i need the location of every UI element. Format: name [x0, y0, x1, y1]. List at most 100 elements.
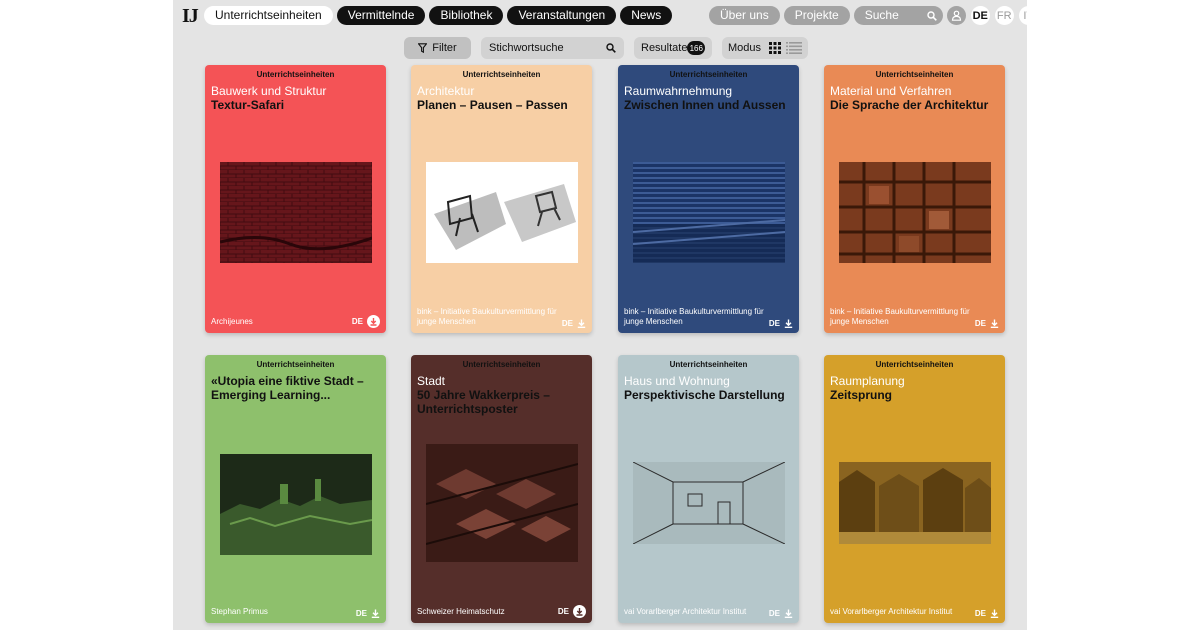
- card-language: DE: [769, 609, 793, 618]
- card-publisher: Stephan Primus: [211, 607, 268, 616]
- card-title: Zeitsprung: [830, 388, 892, 402]
- card-language-label: DE: [974, 609, 986, 618]
- card-image-chair-render: [426, 162, 578, 263]
- nav-item-veranstaltungen[interactable]: Veranstaltungen: [507, 6, 617, 25]
- card-image-town-square: [839, 462, 991, 544]
- card-sprache-der-architektur[interactable]: Unterrichtseinheiten Material und Verfah…: [824, 65, 1005, 333]
- card-category: Material und Verfahren: [830, 84, 952, 98]
- card-language-label: DE: [561, 319, 573, 328]
- card-image-blinds: [633, 162, 785, 263]
- card-category: Raumplanung: [830, 374, 905, 388]
- download-icon[interactable]: [371, 609, 380, 618]
- primary-nav: Unterrichtseinheiten Vermittelnde Biblio…: [204, 6, 673, 25]
- lang-it[interactable]: IT: [1018, 6, 1027, 25]
- lang-de[interactable]: DE: [970, 6, 990, 25]
- site-logo[interactable]: IJ: [182, 5, 199, 27]
- keyword-search-placeholder: Stichwortsuche: [489, 42, 564, 54]
- filter-toolbar: Filter Stichwortsuche Resultate 166 Modu…: [173, 37, 1027, 59]
- card-language-label: DE: [351, 317, 363, 326]
- filter-button[interactable]: Filter: [404, 37, 471, 59]
- card-language: DE: [975, 609, 999, 618]
- card-type: Unterrichtseinheiten: [256, 360, 335, 369]
- card-language-label: DE: [768, 609, 780, 618]
- download-icon[interactable]: [577, 319, 586, 328]
- card-image-bookshelf: [839, 162, 991, 263]
- card-type: Unterrichtseinheiten: [462, 360, 541, 369]
- card-textur-safari[interactable]: Unterrichtseinheiten Bauwerk und Struktu…: [205, 65, 386, 333]
- card-title: Die Sprache der Architektur: [830, 98, 989, 112]
- download-circle-icon[interactable]: [573, 605, 586, 618]
- card-image-perspective-drawing: [633, 462, 785, 544]
- card-title: Perspektivische Darstellung: [624, 388, 785, 402]
- card-image-model-city: [220, 454, 372, 555]
- download-icon[interactable]: [784, 319, 793, 328]
- results-count-badge: 166: [687, 41, 705, 55]
- top-navigation: IJ Unterrichtseinheiten Vermittelnde Bib…: [173, 5, 1027, 27]
- keyword-search-input[interactable]: Stichwortsuche: [481, 37, 624, 59]
- card-image-isometric-town: [426, 444, 578, 562]
- view-mode-toggle: Modus: [722, 37, 808, 59]
- card-utopia-fiktive-stadt[interactable]: Unterrichtseinheiten «Utopia eine fiktiv…: [205, 355, 386, 623]
- app-window: IJ Unterrichtseinheiten Vermittelnde Bib…: [173, 0, 1027, 630]
- card-language-label: DE: [768, 319, 780, 328]
- nav-item-vermittelnde[interactable]: Vermittelnde: [336, 6, 426, 25]
- card-publisher: bink – Initiative Baukulturvermittlung f…: [624, 307, 764, 326]
- card-type: Unterrichtseinheiten: [875, 360, 954, 369]
- card-category: Raumwahrnehmung: [624, 84, 733, 98]
- card-publisher: vai Vorarlberger Architektur Institut: [624, 607, 747, 616]
- search-icon: [606, 43, 616, 53]
- card-type: Unterrichtseinheiten: [669, 70, 748, 79]
- grid-view-icon[interactable]: [769, 42, 781, 54]
- site-search[interactable]: Suche: [853, 6, 943, 25]
- card-language: DE: [558, 605, 586, 618]
- card-wakkerpreis-poster[interactable]: Unterrichtseinheiten Stadt 50 Jahre Wakk…: [411, 355, 592, 623]
- card-category: Bauwerk und Struktur: [211, 84, 327, 98]
- user-account-button[interactable]: [946, 6, 966, 25]
- filter-icon: [418, 43, 428, 53]
- site-search-label: Suche: [864, 8, 899, 22]
- card-language: DE: [562, 319, 586, 328]
- download-icon[interactable]: [990, 319, 999, 328]
- card-planen-pausen-passen[interactable]: Unterrichtseinheiten Architektur Planen …: [411, 65, 592, 333]
- download-icon[interactable]: [784, 609, 793, 618]
- nav-item-ueber-uns[interactable]: Über uns: [709, 6, 780, 25]
- mode-label: Modus: [728, 42, 762, 54]
- card-title: Planen – Pausen – Passen: [417, 98, 568, 112]
- card-language-label: DE: [557, 607, 569, 616]
- card-language: DE: [352, 315, 380, 328]
- card-language: DE: [975, 319, 999, 328]
- card-category: Stadt: [417, 374, 446, 388]
- user-icon: [951, 10, 961, 21]
- card-perspektivische-darstellung[interactable]: Unterrichtseinheiten Haus und Wohnung Pe…: [618, 355, 799, 623]
- results-counter: Resultate 166: [634, 37, 712, 59]
- card-title: «Utopia eine fiktive Stadt – Emerging Le…: [211, 374, 364, 402]
- card-title: Zwischen Innen und Aussen: [624, 98, 786, 112]
- card-publisher: vai Vorarlberger Architektur Institut: [830, 607, 953, 616]
- lang-fr[interactable]: FR: [994, 6, 1014, 25]
- card-zeitsprung[interactable]: Unterrichtseinheiten Raumplanung Zeitspr…: [824, 355, 1005, 623]
- card-type: Unterrichtseinheiten: [875, 70, 954, 79]
- nav-item-projekte[interactable]: Projekte: [783, 6, 850, 25]
- card-publisher: bink – Initiative Baukulturvermittlung f…: [830, 307, 970, 326]
- card-title: 50 Jahre Wakkerpreis – Unterrichtsposter: [417, 388, 550, 416]
- nav-item-bibliothek[interactable]: Bibliothek: [429, 6, 504, 25]
- card-language: DE: [769, 319, 793, 328]
- card-publisher: bink – Initiative Baukulturvermittlung f…: [417, 307, 557, 326]
- card-language: DE: [356, 609, 380, 618]
- list-view-icon[interactable]: [786, 42, 802, 54]
- card-type: Unterrichtseinheiten: [462, 70, 541, 79]
- card-publisher: Archijeunes: [211, 317, 253, 326]
- nav-item-unterrichtseinheiten[interactable]: Unterrichtseinheiten: [204, 6, 333, 25]
- download-circle-icon[interactable]: [367, 315, 380, 328]
- nav-item-news[interactable]: News: [620, 6, 673, 25]
- download-icon[interactable]: [990, 609, 999, 618]
- card-image-brick-texture: [220, 162, 372, 263]
- results-label: Resultate: [641, 42, 688, 54]
- card-category: Architektur: [417, 84, 475, 98]
- card-type: Unterrichtseinheiten: [256, 70, 335, 79]
- card-zwischen-innen-und-aussen[interactable]: Unterrichtseinheiten Raumwahrnehmung Zwi…: [618, 65, 799, 333]
- filter-label: Filter: [432, 42, 457, 54]
- card-title: Textur-Safari: [211, 98, 285, 112]
- secondary-nav: Über uns Projekte Suche DE FR IT: [709, 6, 1027, 25]
- card-type: Unterrichtseinheiten: [669, 360, 748, 369]
